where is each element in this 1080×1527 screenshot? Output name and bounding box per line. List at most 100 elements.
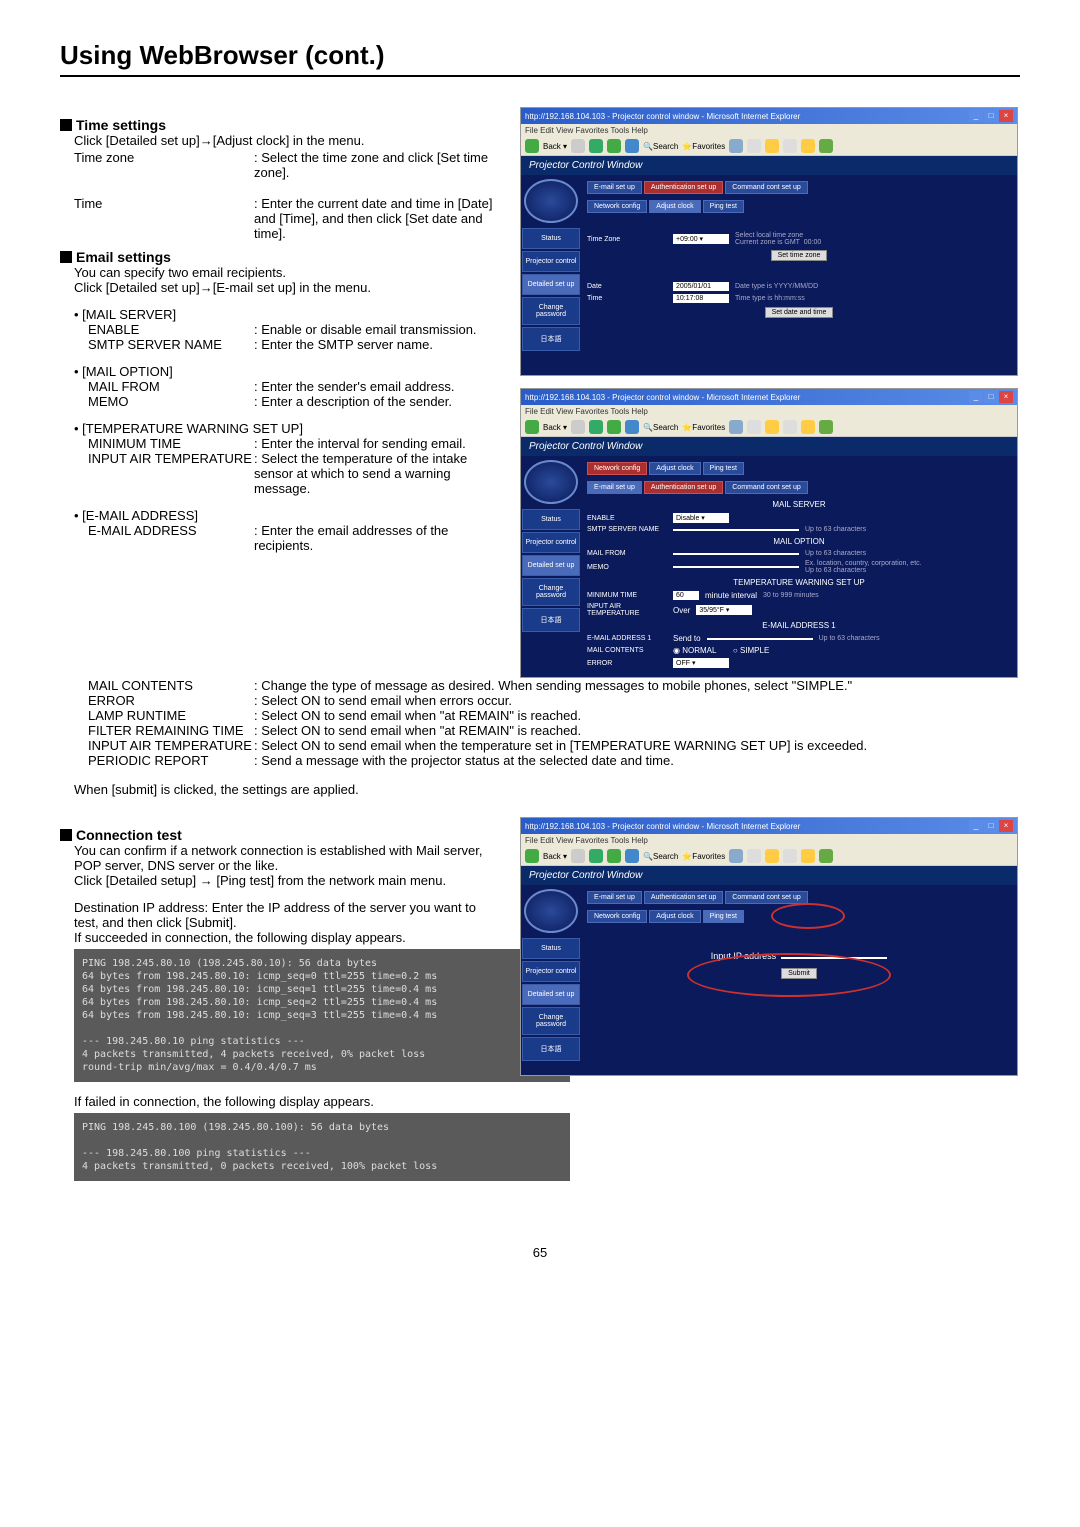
close-icon[interactable]: × [999,820,1013,832]
sidebar-projector-control[interactable]: Projector control [522,961,580,982]
sidebar-japanese[interactable]: 日本語 [522,327,580,351]
search-label[interactable]: 🔍Search [643,852,678,861]
tab-network-config[interactable]: Network config [587,462,647,475]
history-icon[interactable] [747,849,761,863]
folder-icon[interactable] [801,139,815,153]
eaddr-input[interactable] [707,638,813,640]
sidebar-status[interactable]: Status [522,509,580,530]
maximize-icon[interactable]: □ [984,820,998,832]
sidebar-projector-control[interactable]: Projector control [522,251,580,272]
history-icon[interactable] [747,420,761,434]
inputair-select[interactable]: 35/95°F ▾ [696,605,752,615]
refresh-icon[interactable] [607,420,621,434]
memo-input[interactable] [673,566,799,568]
close-icon[interactable]: × [999,110,1013,122]
maximize-icon[interactable]: □ [984,391,998,403]
favorites-label[interactable]: ⭐Favorites [682,852,725,861]
date-input[interactable]: 2005/01/01 [673,282,729,291]
stop-icon[interactable] [589,139,603,153]
enable-select[interactable]: Disable ▾ [673,513,729,523]
forward-icon[interactable] [571,139,585,153]
tab-email-setup[interactable]: E-mail set up [587,891,642,904]
sidebar-detailed-setup[interactable]: Detailed set up [522,555,580,576]
favorites-label[interactable]: ⭐Favorites [682,142,725,151]
sidebar-change-password[interactable]: Change password [522,1007,580,1035]
set-datetime-button[interactable]: Set date and time [765,307,834,318]
smtp-input[interactable] [673,529,799,531]
maximize-icon[interactable]: □ [984,110,998,122]
folder-icon[interactable] [801,849,815,863]
sidebar-status[interactable]: Status [522,228,580,249]
back-icon[interactable] [525,139,539,153]
tab-adjust-clock[interactable]: Adjust clock [649,910,700,923]
msn-icon[interactable] [819,849,833,863]
set-timezone-button[interactable]: Set time zone [771,250,828,261]
tab-command-setup[interactable]: Command cont set up [725,181,807,194]
stop-icon[interactable] [589,849,603,863]
tab-network-config[interactable]: Network config [587,910,647,923]
tab-ping-test[interactable]: Ping test [703,910,744,923]
tab-adjust-clock[interactable]: Adjust clock [649,200,700,213]
ie-toolbar[interactable]: Back ▾ 🔍Search ⭐Favorites [521,137,1017,156]
tab-network-config[interactable]: Network config [587,200,647,213]
forward-icon[interactable] [571,849,585,863]
minimize-icon[interactable]: _ [969,110,983,122]
mailfrom-input[interactable] [673,553,799,555]
search-label[interactable]: 🔍Search [643,142,678,151]
sidebar-detailed-setup[interactable]: Detailed set up [522,984,580,1005]
sidebar-change-password[interactable]: Change password [522,578,580,606]
mail-icon[interactable] [765,849,779,863]
media-icon[interactable] [729,139,743,153]
back-icon[interactable] [525,849,539,863]
tab-command-setup[interactable]: Command cont set up [725,891,807,904]
sidebar-japanese[interactable]: 日本語 [522,1037,580,1061]
favorites-label[interactable]: ⭐Favorites [682,423,725,432]
sidebar-status[interactable]: Status [522,938,580,959]
sidebar-projector-control[interactable]: Projector control [522,532,580,553]
mail-icon[interactable] [765,139,779,153]
media-icon[interactable] [729,420,743,434]
time-input[interactable]: 10:17:08 [673,294,729,303]
print-icon[interactable] [783,420,797,434]
msn-icon[interactable] [819,139,833,153]
back-icon[interactable] [525,420,539,434]
print-icon[interactable] [783,849,797,863]
minimize-icon[interactable]: _ [969,391,983,403]
tab-adjust-clock[interactable]: Adjust clock [649,462,700,475]
tab-email-setup[interactable]: E-mail set up [587,181,642,194]
media-icon[interactable] [729,849,743,863]
mintime-input[interactable]: 60 [673,591,699,600]
simple-radio[interactable]: ○ SIMPLE [733,646,769,655]
normal-radio[interactable]: ◉ NORMAL [673,646,716,655]
folder-icon[interactable] [801,420,815,434]
ie-menubar[interactable]: File Edit View Favorites Tools Help [521,405,1017,418]
close-icon[interactable]: × [999,391,1013,403]
error-select[interactable]: OFF ▾ [673,658,729,668]
ie-menubar[interactable]: File Edit View Favorites Tools Help [521,834,1017,847]
home-icon[interactable] [625,420,639,434]
tab-auth-setup[interactable]: Authentication set up [644,481,723,494]
refresh-icon[interactable] [607,139,621,153]
timezone-select[interactable]: +09:00 ▾ [673,234,729,244]
home-icon[interactable] [625,139,639,153]
sidebar-change-password[interactable]: Change password [522,297,580,325]
search-label[interactable]: 🔍Search [643,423,678,432]
ie-toolbar[interactable]: Back ▾ 🔍Search ⭐Favorites [521,847,1017,866]
tab-auth-setup[interactable]: Authentication set up [644,891,723,904]
minimize-icon[interactable]: _ [969,820,983,832]
msn-icon[interactable] [819,420,833,434]
print-icon[interactable] [783,139,797,153]
stop-icon[interactable] [589,420,603,434]
tab-ping-test[interactable]: Ping test [703,200,744,213]
ie-toolbar[interactable]: Back ▾ 🔍Search ⭐Favorites [521,418,1017,437]
tab-auth-setup[interactable]: Authentication set up [644,181,723,194]
tab-command-setup[interactable]: Command cont set up [725,481,807,494]
tab-email-setup[interactable]: E-mail set up [587,481,642,494]
history-icon[interactable] [747,139,761,153]
refresh-icon[interactable] [607,849,621,863]
forward-icon[interactable] [571,420,585,434]
tab-ping-test[interactable]: Ping test [703,462,744,475]
home-icon[interactable] [625,849,639,863]
sidebar-detailed-setup[interactable]: Detailed set up [522,274,580,295]
sidebar-japanese[interactable]: 日本語 [522,608,580,632]
